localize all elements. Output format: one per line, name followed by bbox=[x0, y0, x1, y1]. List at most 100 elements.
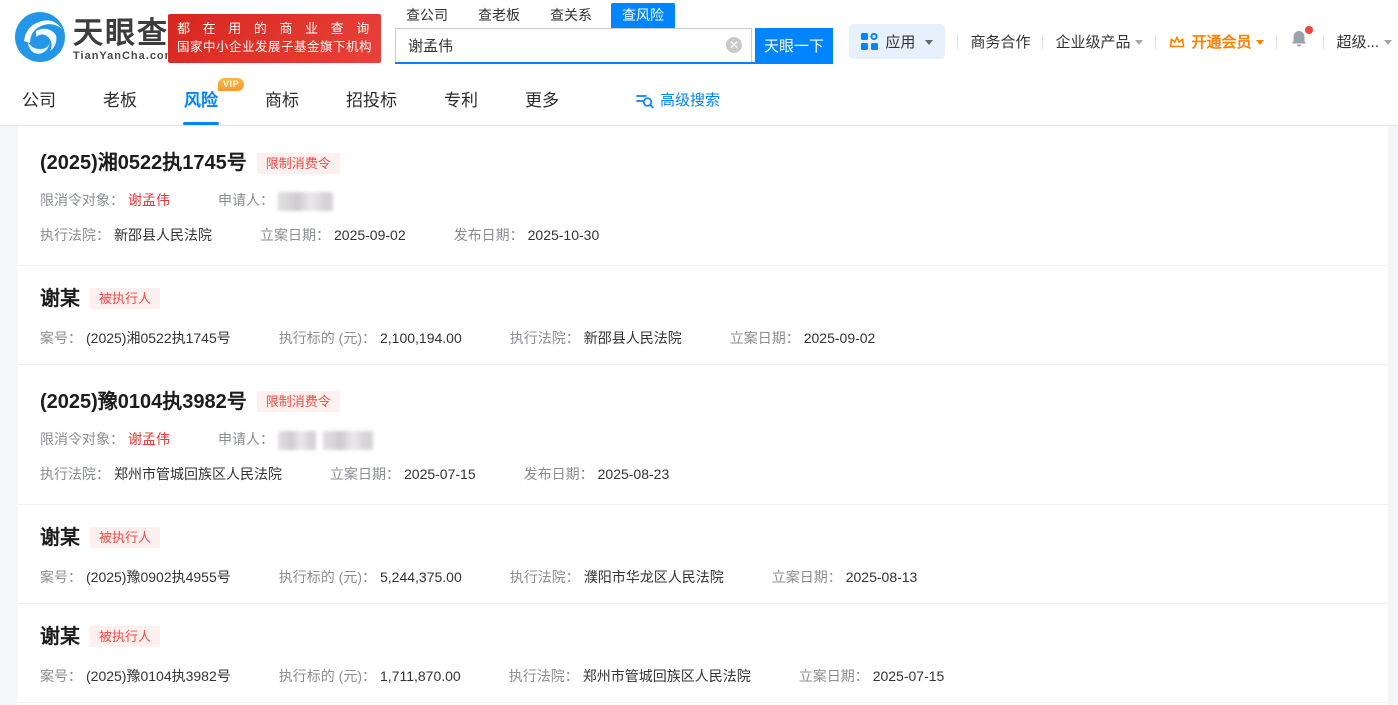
field-label: 案号： bbox=[40, 666, 82, 686]
field-value: 新邵县人民法院 bbox=[114, 225, 212, 245]
case-title[interactable]: 谢某 bbox=[40, 624, 80, 650]
nav-item-label: 专利 bbox=[444, 91, 478, 110]
field-label: 立案日期： bbox=[799, 666, 869, 686]
case-type-badge: 被执行人 bbox=[90, 626, 160, 647]
redacted-value bbox=[278, 431, 316, 450]
field-label: 限消令对象： bbox=[40, 190, 124, 210]
case-detail-row: 执行法院： 新邵县人民法院 立案日期： 2025-09-02 发布日期： 202… bbox=[40, 225, 1366, 245]
enterprise-products-menu[interactable]: 企业级产品 bbox=[1055, 31, 1143, 52]
case-header: 谢某 被执行人 bbox=[40, 286, 1366, 312]
case-rows: 限消令对象： 谢孟伟 申请人： 执行法院： 新邵县人民法院 立案日期： 2025… bbox=[40, 190, 1366, 245]
brand-slogan-banner: 都 在 用 的 商 业 查 询 工 具 国家中小企业发展子基金旗下机构 bbox=[168, 14, 381, 63]
case-field: 限消令对象： 谢孟伟 bbox=[40, 429, 170, 449]
chevron-down-icon bbox=[1256, 40, 1264, 45]
case-detail-row: 案号： (2025)豫0104执3982号 执行标的 (元)： 1,711,87… bbox=[40, 666, 1366, 686]
field-label: 立案日期： bbox=[772, 567, 842, 587]
crown-icon bbox=[1168, 34, 1186, 50]
case-list: (2025)湘0522执1745号 限制消费令 限消令对象： 谢孟伟 申请人： … bbox=[18, 126, 1388, 705]
divider bbox=[1276, 34, 1277, 49]
field-value: 谢孟伟 bbox=[128, 190, 170, 210]
vip-badge: VIP bbox=[218, 78, 244, 91]
search-input[interactable] bbox=[395, 28, 752, 62]
case-title[interactable]: (2025)豫0104执3982号 bbox=[40, 389, 247, 415]
nav-item[interactable]: 公司 bbox=[22, 76, 56, 125]
case-header: 谢某 被执行人 bbox=[40, 525, 1366, 551]
search-scope-tab[interactable]: 查公司 bbox=[395, 3, 459, 28]
case-rows: 案号： (2025)湘0522执1745号 执行标的 (元)： 2,100,19… bbox=[40, 328, 1366, 348]
case-field: 发布日期： 2025-10-30 bbox=[454, 225, 600, 245]
case-type-badge: 被执行人 bbox=[90, 288, 160, 309]
case-field: 案号： (2025)豫0902执4955号 bbox=[40, 567, 231, 587]
field-value: 2025-10-30 bbox=[528, 225, 600, 245]
search-area: 查公司查老板查关系查风险 ✕ 天眼一下 bbox=[395, 3, 833, 64]
nav-item[interactable]: 商标 bbox=[265, 76, 299, 125]
search-tabs: 查公司查老板查关系查风险 bbox=[395, 3, 833, 28]
case-card: 谢某 被执行人 案号： (2025)豫0902执4955号 执行标的 (元)： … bbox=[18, 505, 1388, 604]
field-label: 执行法院： bbox=[40, 225, 110, 245]
nav-item[interactable]: 更多 bbox=[525, 76, 559, 125]
case-type-badge: 限制消费令 bbox=[257, 391, 340, 412]
case-field: 限消令对象： 谢孟伟 bbox=[40, 190, 170, 210]
case-field: 执行法院： 新邵县人民法院 bbox=[40, 225, 212, 245]
nav-item-label: 公司 bbox=[22, 91, 56, 110]
nav-item[interactable]: 风险 VIP bbox=[184, 76, 218, 125]
nav-item[interactable]: 招投标 bbox=[346, 76, 397, 125]
case-field: 执行法院： 郑州市管城回族区人民法院 bbox=[509, 666, 751, 686]
field-value: 郑州市管城回族区人民法院 bbox=[114, 464, 282, 484]
field-label: 立案日期： bbox=[260, 225, 330, 245]
field-value: 2025-09-02 bbox=[334, 225, 406, 245]
case-field: 立案日期： 2025-07-15 bbox=[799, 666, 945, 686]
search-scope-tab[interactable]: 查关系 bbox=[539, 3, 603, 28]
nav-item[interactable]: 专利 bbox=[444, 76, 478, 125]
case-detail-row: 限消令对象： 谢孟伟 申请人： bbox=[40, 429, 1366, 450]
case-title[interactable]: 谢某 bbox=[40, 525, 80, 551]
nav-item[interactable]: 老板 bbox=[103, 76, 137, 125]
field-label: 执行标的 (元)： bbox=[279, 328, 376, 348]
chevron-down-icon bbox=[925, 40, 933, 45]
open-membership-button[interactable]: 开通会员 bbox=[1168, 31, 1264, 52]
search-button[interactable]: 天眼一下 bbox=[755, 28, 833, 62]
logo-eye-icon bbox=[14, 11, 66, 68]
advanced-search-icon bbox=[636, 92, 654, 110]
case-title[interactable]: 谢某 bbox=[40, 286, 80, 312]
notification-dot bbox=[1305, 26, 1313, 34]
business-cooperation-link[interactable]: 商务合作 bbox=[970, 31, 1030, 52]
case-header: 谢某 被执行人 bbox=[40, 624, 1366, 650]
notifications-bell-icon[interactable] bbox=[1289, 29, 1309, 54]
field-value: (2025)湘0522执1745号 bbox=[86, 328, 231, 348]
field-value: 2025-08-13 bbox=[846, 567, 918, 587]
case-title[interactable]: (2025)湘0522执1745号 bbox=[40, 150, 247, 176]
case-detail-row: 执行法院： 郑州市管城回族区人民法院 立案日期： 2025-07-15 发布日期… bbox=[40, 464, 1366, 484]
apps-menu-button[interactable]: 应用 bbox=[849, 24, 945, 59]
divider bbox=[1323, 34, 1324, 49]
case-field: 立案日期： 2025-08-13 bbox=[772, 567, 918, 587]
field-value: 1,711,870.00 bbox=[380, 666, 461, 686]
case-header: (2025)湘0522执1745号 限制消费令 bbox=[40, 150, 1366, 176]
account-menu[interactable]: 超级... bbox=[1336, 31, 1392, 52]
clear-search-icon[interactable]: ✕ bbox=[726, 37, 742, 53]
redacted-value bbox=[278, 192, 333, 211]
case-field: 执行标的 (元)： 2,100,194.00 bbox=[279, 328, 462, 348]
field-label: 执行法院： bbox=[510, 567, 580, 587]
search-scope-tab[interactable]: 查风险 bbox=[611, 3, 675, 28]
slogan-line1: 都 在 用 的 商 业 查 询 工 具 bbox=[177, 20, 372, 38]
field-label: 发布日期： bbox=[524, 464, 594, 484]
case-rows: 案号： (2025)豫0104执3982号 执行标的 (元)： 1,711,87… bbox=[40, 666, 1366, 686]
case-field: 发布日期： 2025-08-23 bbox=[524, 464, 670, 484]
advanced-search-button[interactable]: 高级搜索 bbox=[636, 76, 720, 125]
nav-item-label: 更多 bbox=[525, 91, 559, 110]
case-field: 案号： (2025)豫0104执3982号 bbox=[40, 666, 231, 686]
case-card: 谢某 被执行人 案号： (2025)豫0104执3982号 执行标的 (元)： … bbox=[18, 604, 1388, 703]
field-label: 立案日期： bbox=[730, 328, 800, 348]
field-value bbox=[278, 190, 340, 211]
case-field: 执行标的 (元)： 5,244,375.00 bbox=[279, 567, 462, 587]
field-value bbox=[278, 429, 380, 450]
case-rows: 案号： (2025)豫0902执4955号 执行标的 (元)： 5,244,37… bbox=[40, 567, 1366, 587]
field-value: 2025-07-15 bbox=[404, 464, 476, 484]
field-label: 执行法院： bbox=[40, 464, 110, 484]
tianyancha-logo[interactable]: 天眼查 TianYanCha.com bbox=[14, 11, 175, 68]
search-scope-tab[interactable]: 查老板 bbox=[467, 3, 531, 28]
results-area: (2025)湘0522执1745号 限制消费令 限消令对象： 谢孟伟 申请人： … bbox=[0, 126, 1398, 705]
top-header: 天眼查 TianYanCha.com 都 在 用 的 商 业 查 询 工 具 国… bbox=[0, 0, 1398, 76]
case-field: 案号： (2025)湘0522执1745号 bbox=[40, 328, 231, 348]
